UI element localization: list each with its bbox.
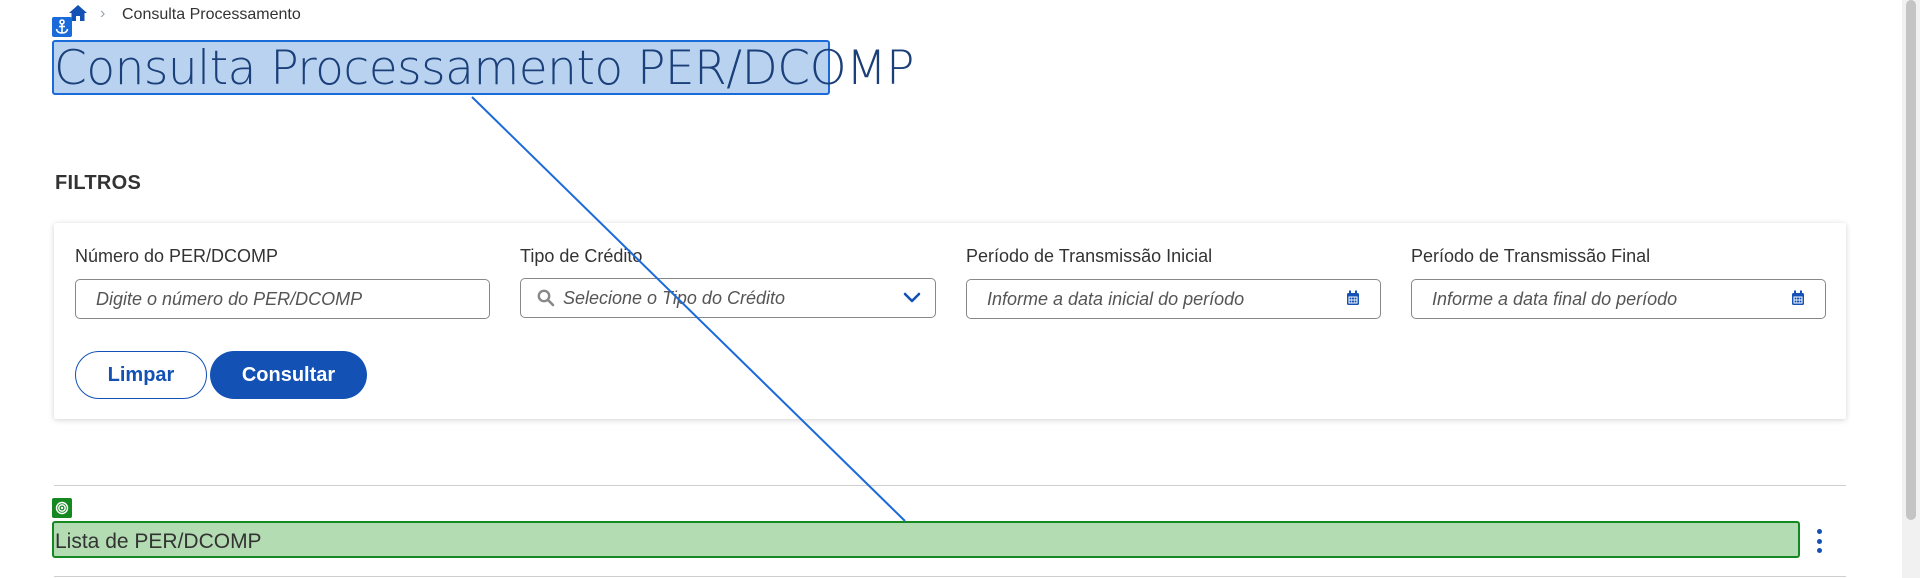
page-title: Consulta Processamento PER/DCOMP [54, 41, 915, 96]
scrollbar-thumb[interactable] [1906, 0, 1916, 520]
filters-heading: FILTROS [55, 172, 142, 194]
submit-button[interactable]: Consultar [210, 351, 367, 399]
numero-placeholder: Digite o número do PER/DCOMP [96, 288, 363, 309]
list-title: Lista de PER/DCOMP [55, 530, 262, 553]
periodo-final-input[interactable]: Informe a data final do período [1411, 279, 1826, 319]
field-label-tipo-credito: Tipo de Crédito [520, 246, 643, 266]
periodo-inicial-input[interactable]: Informe a data inicial do período [966, 279, 1381, 319]
breadcrumb-current: Consulta Processamento [122, 6, 301, 23]
calendar-icon[interactable] [1346, 290, 1360, 306]
section-divider [54, 485, 1846, 486]
periodo-inicial-placeholder: Informe a data inicial do período [987, 288, 1245, 309]
tipo-credito-placeholder: Selecione o Tipo do Crédito [563, 287, 785, 308]
target-icon [52, 498, 72, 518]
field-label-periodo-inicial: Período de Transmissão Inicial [966, 246, 1213, 266]
section-divider-bottom [54, 576, 1846, 577]
tipo-credito-select[interactable]: Selecione o Tipo do Crédito [520, 278, 936, 318]
kebab-menu-icon[interactable] [1814, 529, 1824, 553]
clear-button[interactable]: Limpar [75, 351, 207, 399]
anchor-icon [52, 17, 72, 37]
field-label-periodo-final: Período de Transmissão Final [1411, 246, 1651, 266]
periodo-final-placeholder: Informe a data final do período [1432, 288, 1678, 309]
field-label-numero: Número do PER/DCOMP [75, 246, 279, 266]
search-icon [537, 289, 555, 307]
chevron-down-icon[interactable] [903, 292, 921, 304]
calendar-icon[interactable] [1791, 290, 1805, 306]
numero-input[interactable]: Digite o número do PER/DCOMP [75, 279, 490, 319]
breadcrumb-separator: › [100, 5, 106, 22]
list-highlight [52, 521, 1800, 558]
